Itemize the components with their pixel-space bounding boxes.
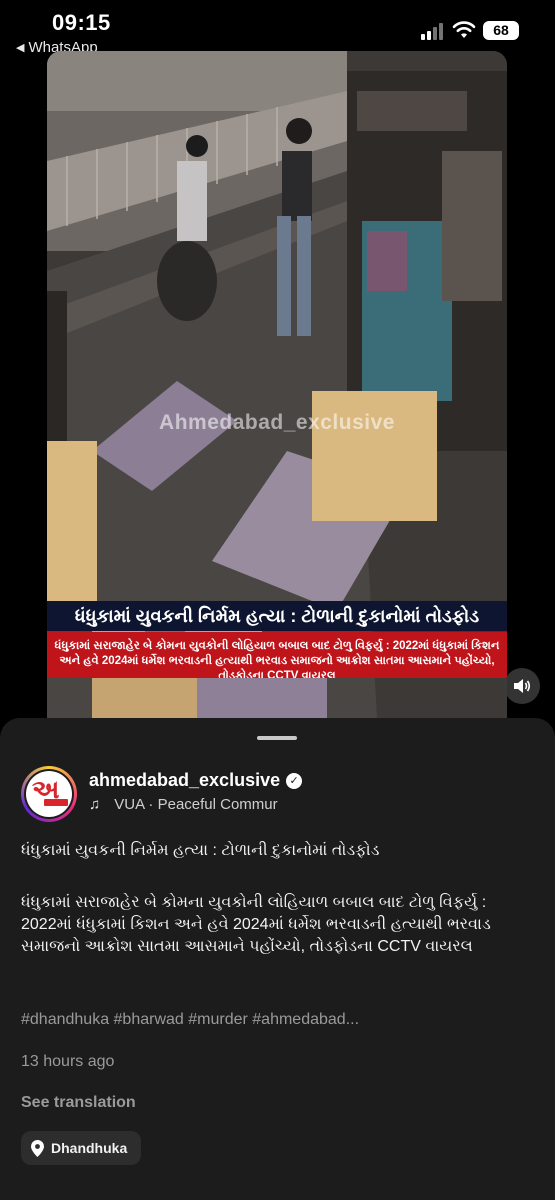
location-chip[interactable]: Dhandhuka bbox=[21, 1131, 142, 1165]
video-watermark: Ahmedabad_exclusive bbox=[159, 411, 395, 434]
caption-title: ધંધુકામાં યુવકની નિર્મમ હત્યા : ટોળાની દ… bbox=[21, 842, 380, 859]
reel-video[interactable]: Ahmedabad_exclusive ધંધુકામાં યુવકની નિર… bbox=[47, 51, 507, 718]
avatar[interactable]: અ bbox=[21, 766, 77, 822]
clock: 09:15 bbox=[52, 10, 111, 35]
cellular-signal-icon bbox=[421, 22, 445, 40]
back-arrow-icon: ◀ bbox=[16, 42, 25, 54]
hashtags-link[interactable]: #dhandhuka #bharwad #murder #ahmedabad..… bbox=[21, 1011, 359, 1029]
post-timestamp: 13 hours ago bbox=[21, 1053, 115, 1070]
username-link[interactable]: ahmedabad_exclusive ✓ bbox=[89, 770, 303, 791]
see-translation-button[interactable]: See translation bbox=[21, 1094, 136, 1112]
audio-track-label: VUA · Peaceful Commur bbox=[114, 796, 278, 813]
wifi-icon bbox=[452, 21, 476, 38]
verified-badge-icon: ✓ bbox=[286, 772, 303, 789]
sheet-drag-handle[interactable] bbox=[257, 736, 297, 740]
video-headline-banner: ધંધુકામાં યુવકની નિર્મમ હત્યા : ટોળાની દ… bbox=[47, 601, 507, 631]
video-subheadline-banner: ધંધુકામાં સરાજાહેર બે કોમના યુવકોની લોહિ… bbox=[47, 632, 507, 678]
location-pin-icon bbox=[31, 1139, 44, 1157]
speaker-icon bbox=[514, 679, 531, 693]
caption-body: ધંધુકામાં સરાજાહેર બે કોમના યુવકોની લોહિ… bbox=[21, 894, 491, 955]
location-label: Dhandhuka bbox=[51, 1140, 128, 1156]
music-note-icon: ♫ bbox=[89, 796, 101, 813]
mute-button[interactable] bbox=[504, 668, 540, 704]
username-text: ahmedabad_exclusive bbox=[89, 770, 281, 790]
audio-track-link[interactable]: ♫ VUA · Peaceful Commur bbox=[89, 796, 319, 813]
battery-indicator: 68 bbox=[483, 21, 519, 40]
channel-logo: અ bbox=[26, 771, 72, 817]
post-details-sheet: અ ahmedabad_exclusive ✓ ♫ VUA · Peaceful… bbox=[0, 718, 555, 1200]
